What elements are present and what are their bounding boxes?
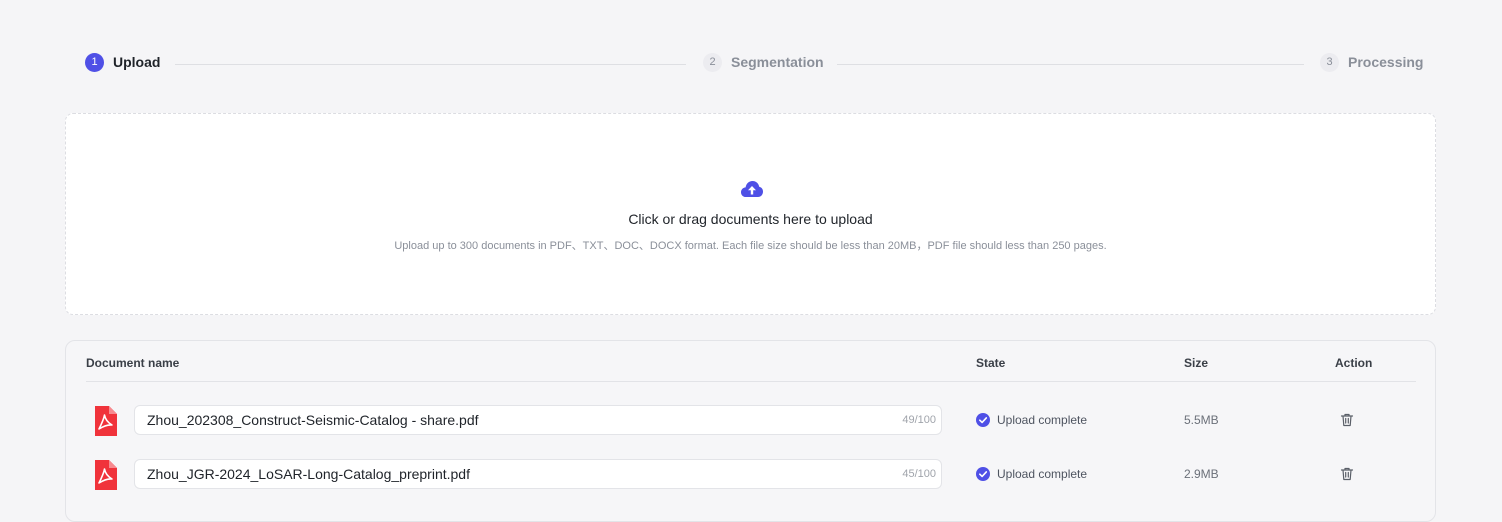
check-circle-icon [976, 413, 990, 427]
column-header-name: Document name [86, 356, 180, 370]
stepper: 1 Upload 2 Segmentation 3 Processing [0, 0, 1502, 120]
step-label: Upload [113, 54, 161, 70]
check-circle-icon [976, 467, 990, 481]
file-size: 5.5MB [1184, 413, 1219, 427]
step-connector [837, 64, 1304, 65]
status-text: Upload complete [997, 413, 1088, 427]
step-number: 3 [1320, 52, 1339, 72]
step-label: Processing [1348, 54, 1424, 70]
step-label: Segmentation [731, 54, 824, 70]
table-row: Zhou_202308_Construct-Seismic-Catalog - … [66, 404, 1435, 438]
dropzone-hint: Upload up to 300 documents in PDF、TXT、DO… [394, 240, 1107, 252]
character-count: 45/100 [902, 468, 936, 480]
file-size: 2.9MB [1184, 467, 1219, 481]
column-header-state: State [976, 356, 1006, 370]
step-processing: 3 Processing [1320, 52, 1423, 72]
cloud-upload-icon [741, 181, 763, 197]
document-name-value[interactable]: Zhou_202308_Construct-Seismic-Catalog - … [135, 412, 902, 428]
column-header-size: Size [1184, 356, 1209, 370]
step-segmentation: 2 Segmentation [703, 52, 824, 72]
pdf-file-icon [95, 406, 117, 436]
upload-status: Upload complete [976, 413, 1087, 427]
upload-status: Upload complete [976, 467, 1087, 481]
step-number: 1 [85, 52, 104, 72]
step-number: 2 [703, 52, 722, 72]
trash-icon[interactable] [1340, 413, 1354, 427]
pdf-file-icon [95, 460, 117, 490]
character-count: 49/100 [902, 414, 936, 426]
trash-icon[interactable] [1340, 467, 1354, 481]
file-table: Document name State Size Action Zhou_202… [65, 340, 1436, 522]
step-upload: 1 Upload [85, 52, 160, 72]
step-connector [175, 64, 686, 65]
document-name-input[interactable]: Zhou_JGR-2024_LoSAR-Long-Catalog_preprin… [134, 459, 942, 489]
upload-dropzone[interactable]: Click or drag documents here to upload U… [65, 113, 1436, 315]
document-name-value[interactable]: Zhou_JGR-2024_LoSAR-Long-Catalog_preprin… [135, 466, 902, 482]
header-divider [86, 381, 1416, 382]
document-name-input[interactable]: Zhou_202308_Construct-Seismic-Catalog - … [134, 405, 942, 435]
column-header-action: Action [1335, 356, 1373, 370]
status-text: Upload complete [997, 467, 1088, 481]
table-row: Zhou_JGR-2024_LoSAR-Long-Catalog_preprin… [66, 458, 1435, 492]
dropzone-title: Click or drag documents here to upload [628, 211, 873, 227]
